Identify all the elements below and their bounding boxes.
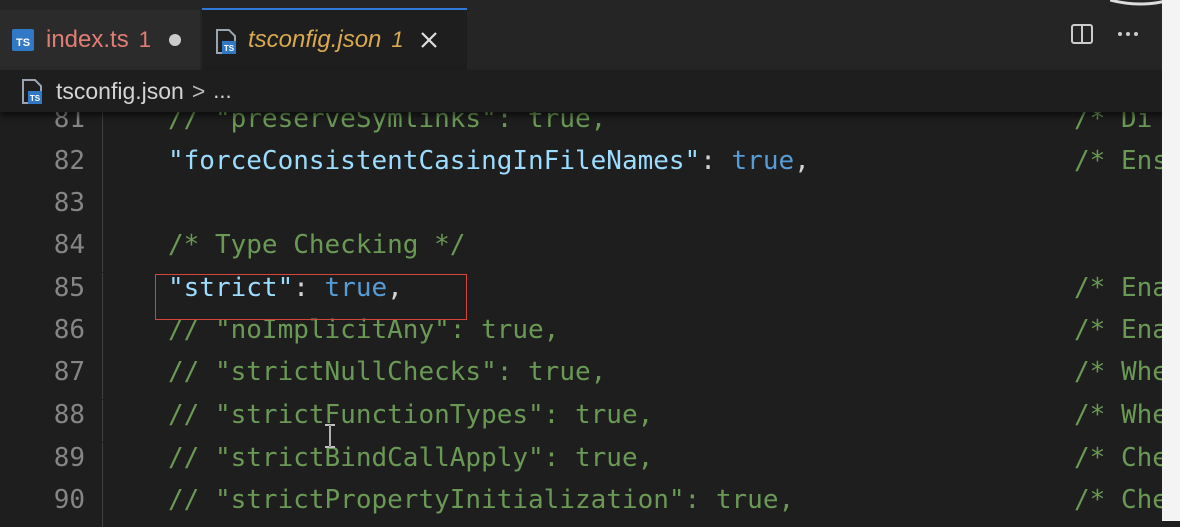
tab-label: tsconfig.json bbox=[248, 26, 382, 53]
indent-guide bbox=[102, 357, 103, 399]
code-line[interactable]: 86 // "noImplicitAny": true, /* Ena bbox=[0, 315, 1180, 357]
trailing-comment: /* Che bbox=[1074, 443, 1168, 473]
line-code: // "strictBindCallApply": true, bbox=[168, 443, 654, 473]
problem-count-badge: 1 bbox=[138, 27, 151, 52]
breadcrumb-more[interactable]: ... bbox=[213, 78, 231, 104]
line-code: // "strictPropertyInitialization": true, bbox=[168, 485, 795, 515]
window-edge bbox=[1162, 0, 1180, 521]
line-number: 82 bbox=[53, 146, 85, 176]
indent-guide bbox=[102, 315, 103, 357]
code-line[interactable]: 83 bbox=[0, 188, 1180, 230]
line-number: 87 bbox=[53, 357, 85, 387]
tab-tsconfig-json[interactable]: TS tsconfig.json 1 bbox=[202, 8, 467, 70]
indent-guide bbox=[102, 400, 103, 442]
line-number: 90 bbox=[53, 485, 85, 515]
svg-text:TS: TS bbox=[16, 37, 30, 49]
editor-actions bbox=[1070, 22, 1140, 51]
line-code: "forceConsistentCasingInFileNames": true… bbox=[168, 146, 810, 176]
indent-guide bbox=[102, 443, 103, 485]
more-actions-icon[interactable] bbox=[1116, 22, 1140, 51]
tab-bar: TS index.ts 1 TS tsconfig.json 1 bbox=[0, 0, 1180, 70]
line-number: 84 bbox=[53, 230, 85, 260]
trailing-comment: /* Che bbox=[1074, 485, 1168, 515]
problem-count-badge: 1 bbox=[391, 27, 404, 52]
trailing-comment: /* Whe bbox=[1074, 400, 1168, 430]
code-line[interactable]: 87 // "strictNullChecks": true, /* Whe bbox=[0, 357, 1180, 399]
line-code: // "strictFunctionTypes": true, bbox=[168, 400, 654, 430]
json-boolean: true bbox=[731, 146, 795, 176]
split-editor-icon[interactable] bbox=[1070, 22, 1094, 51]
typescript-config-icon: TS bbox=[214, 29, 236, 54]
typescript-config-icon: TS bbox=[20, 79, 44, 104]
highlight-box bbox=[155, 274, 467, 320]
trailing-comment: /* Ens bbox=[1074, 146, 1168, 176]
line-number: 89 bbox=[53, 443, 85, 473]
line-code: /* Type Checking */ bbox=[168, 230, 466, 260]
indent-guide bbox=[102, 230, 103, 272]
code-line[interactable]: 89 // "strictBindCallApply": true, /* Ch… bbox=[0, 443, 1180, 485]
code-line[interactable]: 84 /* Type Checking */ bbox=[0, 230, 1180, 272]
unsaved-dot-icon[interactable] bbox=[168, 34, 181, 46]
line-code: // "strictNullChecks": true, bbox=[168, 357, 607, 387]
line-number: 86 bbox=[53, 315, 85, 345]
breadcrumb-separator: > bbox=[191, 77, 206, 104]
line-number: 83 bbox=[53, 188, 85, 218]
trailing-comment: /* Ena bbox=[1074, 273, 1168, 303]
breadcrumb: TS tsconfig.json > ... bbox=[0, 70, 1180, 112]
indent-guide bbox=[102, 273, 103, 315]
indent-guide bbox=[102, 146, 103, 188]
close-icon[interactable] bbox=[418, 29, 440, 51]
code-line[interactable]: 82 "forceConsistentCasingInFileNames": t… bbox=[0, 146, 1180, 188]
trailing-comment: /* Ena bbox=[1074, 315, 1168, 345]
svg-text:TS: TS bbox=[30, 94, 41, 103]
svg-text:TS: TS bbox=[224, 44, 235, 53]
tab-label: index.ts bbox=[46, 26, 129, 53]
text-cursor-icon bbox=[322, 423, 338, 454]
indent-guide bbox=[102, 188, 103, 230]
line-number: 85 bbox=[53, 273, 85, 303]
code-line[interactable]: 88 // "strictFunctionTypes": true, /* Wh… bbox=[0, 400, 1180, 442]
json-key: "forceConsistentCasingInFileNames" bbox=[168, 146, 701, 176]
breadcrumb-file[interactable]: tsconfig.json bbox=[56, 78, 184, 105]
tab-index-ts[interactable]: TS index.ts 1 bbox=[0, 10, 200, 70]
typescript-file-icon: TS bbox=[12, 29, 34, 51]
trailing-comment: /* Whe bbox=[1074, 357, 1168, 387]
line-number: 88 bbox=[53, 400, 85, 430]
